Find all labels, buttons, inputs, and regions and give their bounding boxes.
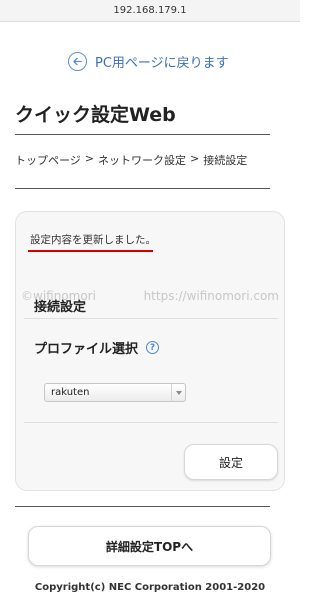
copyright: Copyright(c) NEC Corporation 2001-2020	[34, 582, 266, 593]
breadcrumb-separator: >	[84, 152, 94, 165]
breadcrumb-item-top[interactable]: トップページ	[15, 152, 81, 168]
settings-card: 設定内容を更新しました。 接続設定 プロファイル選択 ? rakuten 設定	[15, 211, 285, 491]
card-divider	[24, 422, 278, 423]
profile-select-value: rakuten	[51, 387, 90, 398]
breadcrumb-item-network[interactable]: ネットワーク設定	[98, 152, 186, 168]
url-text: 192.168.179.1	[113, 5, 187, 16]
profile-label: プロファイル選択 ?	[34, 338, 160, 357]
divider	[15, 188, 270, 189]
chevron-down-icon	[171, 384, 185, 401]
divider	[15, 506, 270, 507]
back-link-label[interactable]: PC用ページに戻ります	[95, 52, 229, 71]
page-title: クイック設定Web	[15, 104, 176, 126]
update-message: 設定内容を更新しました。	[30, 234, 156, 246]
card-divider	[24, 318, 278, 319]
divider	[15, 134, 270, 135]
profile-label-text: プロファイル選択	[34, 342, 139, 357]
question-circle-icon[interactable]: ?	[146, 341, 160, 354]
set-button[interactable]: 設定	[184, 444, 278, 480]
back-to-pc-link[interactable]: PC用ページに戻ります	[68, 50, 229, 72]
section-title: 接続設定	[34, 300, 87, 315]
advanced-settings-top-button[interactable]: 詳細設定TOPへ	[28, 526, 271, 566]
address-bar[interactable]: 192.168.179.1	[0, 0, 300, 22]
breadcrumb-item-connection: 接続設定	[203, 154, 248, 167]
breadcrumb-separator: >	[190, 152, 200, 165]
message-underline	[28, 250, 153, 252]
breadcrumb: トップページ > ネットワーク設定 > 接続設定	[15, 152, 247, 168]
profile-select[interactable]: rakuten	[44, 383, 186, 402]
arrow-left-circle-icon[interactable]	[68, 51, 87, 71]
